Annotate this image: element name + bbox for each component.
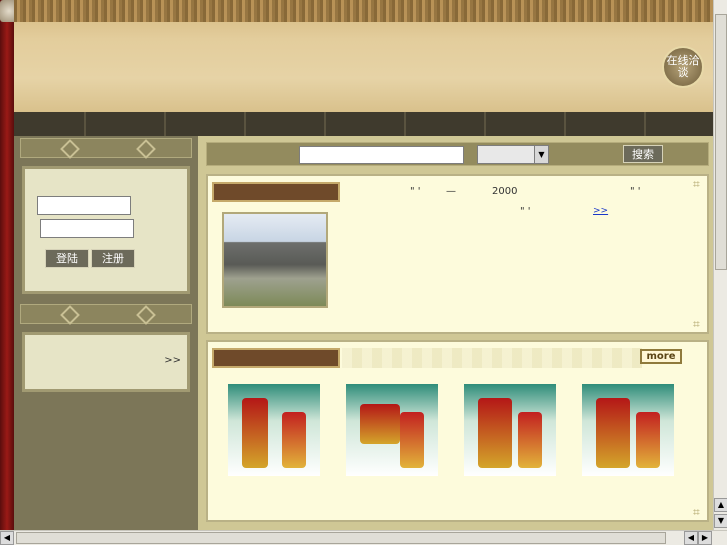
register-button[interactable]: 注册: [91, 249, 135, 268]
product-bottle-icon: [242, 398, 268, 468]
scroll-up-icon[interactable]: ▲: [714, 498, 727, 512]
product-image[interactable]: [464, 384, 556, 476]
product-bottle-icon: [636, 412, 660, 468]
scroll-left-icon[interactable]: ◀: [684, 531, 698, 545]
product-box-icon: [360, 404, 400, 444]
products-panel-title: [212, 348, 340, 368]
product-box-icon: [478, 398, 512, 468]
username-input[interactable]: [37, 196, 131, 215]
links-more-arrow[interactable]: >>: [164, 355, 181, 366]
left-decoration-strip: [0, 0, 14, 530]
sidebar: 登陆 注册 >>: [14, 136, 198, 530]
login-box: 登陆 注册: [22, 166, 190, 294]
intro-text: " ': [520, 206, 531, 217]
product-image[interactable]: [582, 384, 674, 476]
nav-bar: [14, 112, 713, 136]
scroll-down-icon[interactable]: ▼: [714, 514, 727, 528]
products-more-button[interactable]: more: [640, 349, 682, 364]
search-button[interactable]: 搜索: [623, 145, 663, 163]
intro-more-link[interactable]: >>: [593, 206, 608, 216]
intro-text: " ': [410, 186, 421, 197]
horizontal-scrollbar[interactable]: ◀ ◀ ▶: [0, 530, 727, 545]
sidebar-header-login: [20, 138, 192, 159]
intro-text: " ': [630, 186, 641, 197]
intro-panel: ⌗ ⌗ " ' — 2000 " ' " ' >>: [206, 174, 709, 334]
ornament-icon: [136, 139, 156, 159]
vertical-scrollbar-thumb[interactable]: [715, 14, 727, 270]
horizontal-scrollbar-thumb[interactable]: [16, 532, 666, 544]
intro-text: —: [446, 186, 456, 197]
scroll-right-icon[interactable]: ▶: [698, 531, 712, 545]
intro-image: [222, 212, 328, 308]
category-select[interactable]: ▼: [477, 145, 549, 164]
sidebar-header-links: [20, 304, 192, 325]
products-panel: more ⌗: [206, 340, 709, 522]
product-box-icon: [596, 398, 630, 468]
password-input[interactable]: [40, 219, 134, 238]
scroll-left-icon[interactable]: ◀: [0, 531, 14, 545]
product-bottle-icon: [282, 412, 306, 468]
intro-panel-title: [212, 182, 340, 202]
corner-ornament-icon: ⌗: [693, 317, 700, 331]
intro-text: 2000: [492, 186, 518, 197]
main-content: ▼ 搜索 ⌗ ⌗ " ' — 2000 " ' " ' >> more ⌗: [198, 136, 713, 530]
online-chat-label: 在线洽谈: [666, 54, 700, 79]
ornament-icon: [60, 305, 80, 325]
corner-ornament-icon: ⌗: [693, 177, 700, 191]
chevron-down-icon[interactable]: ▼: [534, 146, 548, 163]
corner-ornament-icon: ⌗: [693, 505, 700, 519]
search-bar: ▼ 搜索: [206, 142, 709, 166]
ornament-icon: [136, 305, 156, 325]
ornament-band: [342, 348, 642, 368]
online-chat-badge[interactable]: 在线洽谈: [662, 46, 704, 88]
product-image[interactable]: [228, 384, 320, 476]
product-image[interactable]: [346, 384, 438, 476]
search-input[interactable]: [299, 146, 464, 164]
banner-top-border: [14, 0, 713, 22]
product-bottle-icon: [518, 412, 542, 468]
ornament-icon: [60, 139, 80, 159]
product-bottle-icon: [400, 412, 424, 468]
vertical-scrollbar[interactable]: ▲ ▼: [713, 0, 727, 530]
links-box: >>: [22, 332, 190, 392]
login-button[interactable]: 登陆: [45, 249, 89, 268]
